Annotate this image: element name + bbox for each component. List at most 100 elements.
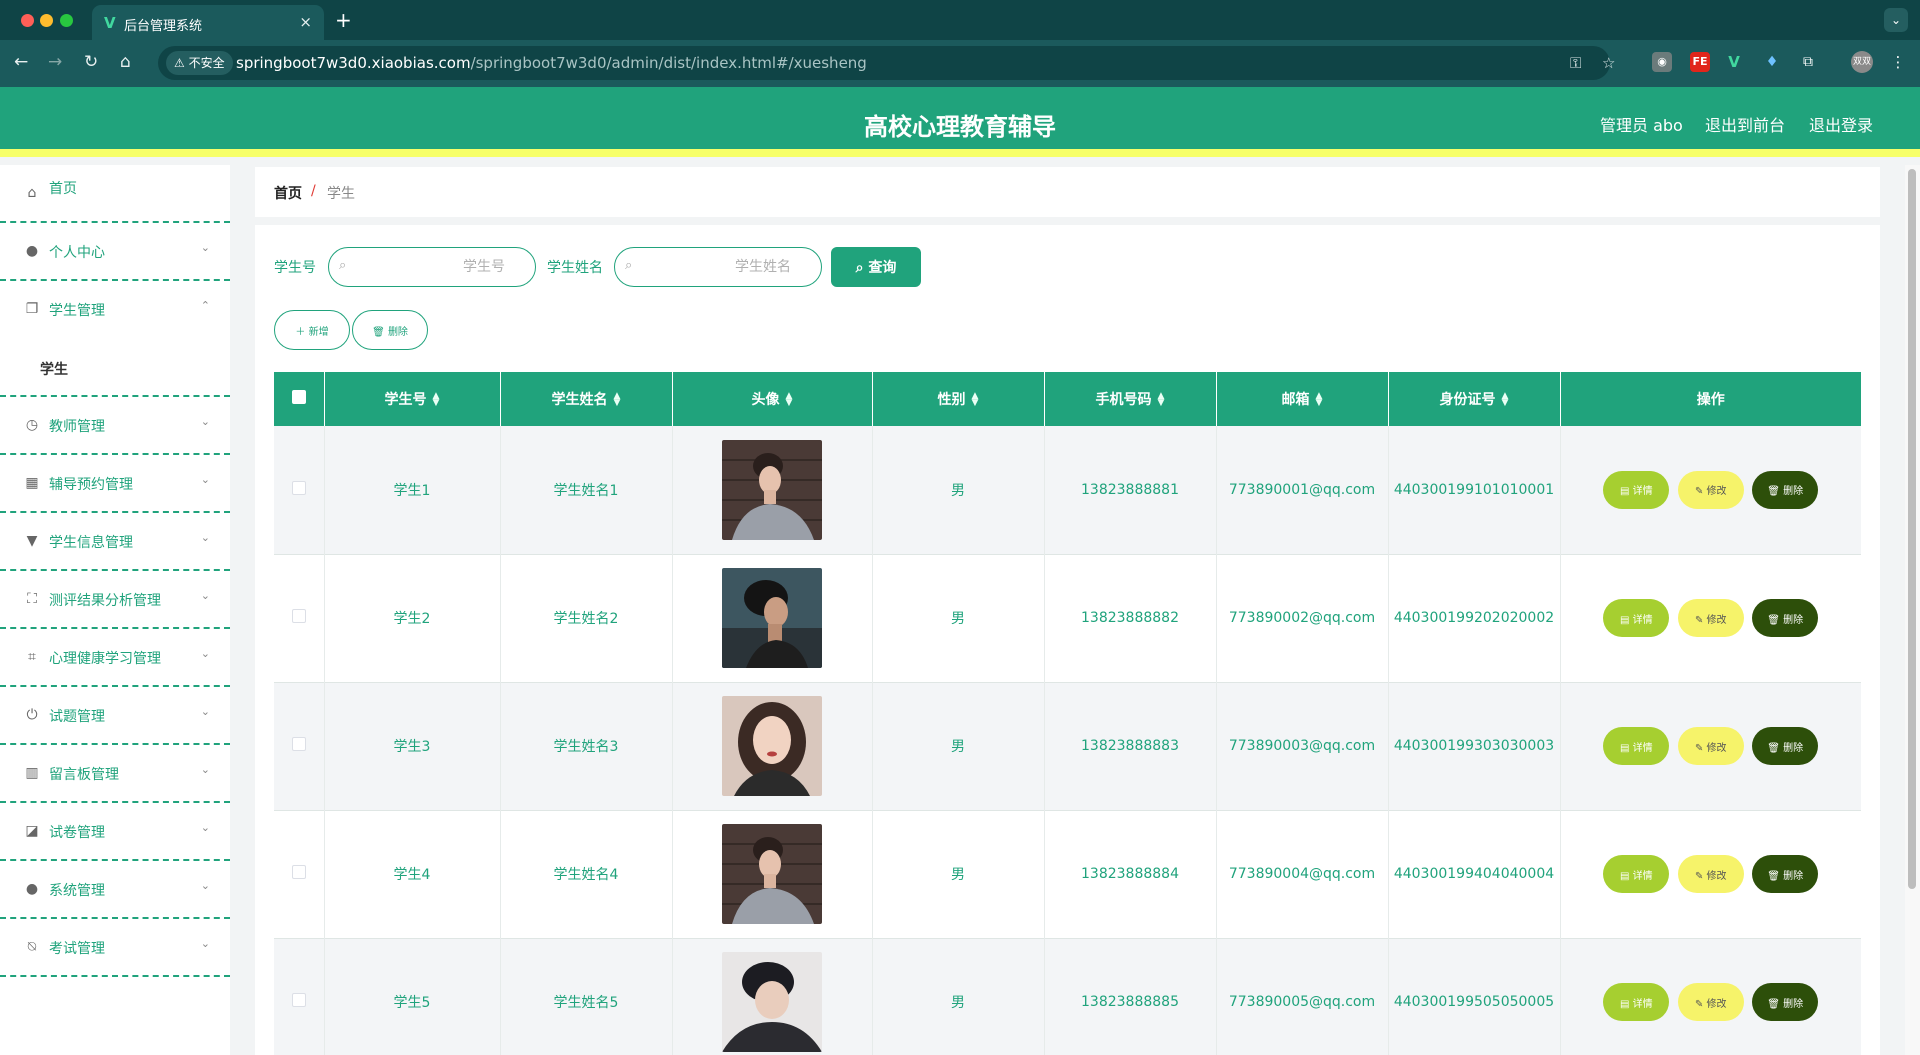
new-tab-button[interactable]: + (335, 8, 352, 32)
sidebar-subitem-student[interactable]: 学生 (0, 339, 230, 397)
delete-button[interactable]: 🗑 删除 (1752, 727, 1819, 765)
brush-icon: ▼ (26, 533, 38, 549)
delete-button[interactable]: 🗑 删除 (1752, 599, 1819, 637)
sidebar-item-message-board[interactable]: ▥ 留言板管理 ⌄ (0, 745, 230, 803)
edit-button[interactable]: ✎ 修改 (1677, 855, 1744, 893)
avatar[interactable] (722, 824, 822, 924)
logout-link[interactable]: 退出登录 (1809, 112, 1873, 136)
row-select-cell[interactable] (274, 938, 325, 1055)
scrollbar-thumb[interactable] (1908, 169, 1916, 889)
column-header-gender[interactable]: 性别 ▲ ▼ (872, 372, 1045, 426)
exit-to-front-link[interactable]: 退出到前台 (1705, 112, 1785, 136)
sidebar-item-assessment-analysis[interactable]: ⛶ 测评结果分析管理 ⌄ (0, 571, 230, 629)
column-header-idcard[interactable]: 身份证号 ▲ ▼ (1388, 372, 1561, 426)
sort-icon[interactable]: ▲ ▼ (786, 392, 793, 408)
sidebar-item-mental-health-learning[interactable]: ⌗ 心理健康学习管理 ⌄ (0, 629, 230, 687)
column-header-phone[interactable]: 手机号码 ▲ ▼ (1044, 372, 1217, 426)
sidebar-item-personal-center[interactable]: ● 个人中心 ⌄ (0, 223, 230, 281)
row-checkbox[interactable] (291, 993, 306, 1007)
bookmark-star-icon[interactable]: ☆ (1602, 54, 1615, 72)
delete-button[interactable]: 🗑 删除 (1752, 470, 1819, 509)
page-scrollbar[interactable] (1905, 165, 1920, 1055)
sidebar-item-question-management[interactable]: ⏻ 试题管理 ⌄ (0, 687, 230, 745)
edit-button[interactable]: ✎ 修改 (1677, 983, 1744, 1021)
sidebar-item-student-info-management[interactable]: ▼ 学生信息管理 ⌄ (0, 513, 230, 571)
app-header: 高校心理教育辅导 管理员 abo 退出到前台 退出登录 (0, 87, 1920, 157)
extension-fe-icon[interactable]: FE (1690, 52, 1710, 72)
column-header-student-name[interactable]: 学生姓名 ▲ ▼ (500, 372, 673, 426)
security-label: 不安全 (188, 56, 225, 70)
browser-menu-icon[interactable]: ⋮ (1888, 52, 1908, 72)
sort-icon[interactable]: ▲ ▼ (1316, 392, 1323, 408)
tab-close-icon[interactable]: × (299, 13, 312, 31)
query-button[interactable]: ⌕ 查询 (831, 247, 921, 287)
detail-button[interactable]: ▤ 详情 (1603, 599, 1670, 637)
key-icon[interactable]: ⚿ (1570, 54, 1581, 72)
address-bar[interactable]: ⚠ 不安全 springboot7w3d0.xiaobias.com/sprin… (158, 46, 1615, 80)
maximize-window-button[interactable] (60, 14, 73, 27)
sidebar-item-appointment-management[interactable]: ▦ 辅导预约管理 ⌄ (0, 455, 230, 513)
row-select-cell[interactable] (274, 810, 325, 938)
sidebar-item-teacher-management[interactable]: ◷ 教师管理 ⌄ (0, 397, 230, 455)
sort-icon[interactable]: ▲ ▼ (972, 392, 979, 408)
edit-button[interactable]: ✎ 修改 (1677, 599, 1744, 637)
sidebar-item-home[interactable]: ⌂ 首页 (0, 165, 230, 223)
extension-pin-icon[interactable]: ♦ (1762, 52, 1782, 72)
extension-vue-icon[interactable]: V (1724, 52, 1744, 72)
extensions-puzzle-icon[interactable]: ⧉ (1798, 52, 1818, 72)
avatar[interactable] (722, 568, 822, 668)
detail-button[interactable]: ▤ 详情 (1603, 855, 1670, 893)
avatar[interactable] (722, 696, 822, 796)
sort-icon[interactable]: ▲ ▼ (614, 392, 621, 408)
avatar[interactable] (722, 952, 822, 1052)
profile-avatar[interactable]: 双双 (1851, 51, 1873, 73)
row-checkbox[interactable] (291, 480, 306, 495)
sidebar-item-paper-management[interactable]: ◪ 试卷管理 ⌄ (0, 803, 230, 861)
detail-button[interactable]: ▤ 详情 (1603, 983, 1670, 1021)
sidebar-item-label: 辅导预约管理 (49, 477, 133, 493)
add-button[interactable]: ＋ 新增 (274, 310, 350, 350)
student-id-cell: 学生1 (324, 426, 501, 554)
column-header-avatar[interactable]: 头像 ▲ ▼ (672, 372, 873, 426)
column-header-email[interactable]: 邮箱 ▲ ▼ (1216, 372, 1389, 426)
edit-button[interactable]: ✎ 修改 (1677, 727, 1744, 765)
select-all-checkbox[interactable] (291, 390, 306, 404)
row-checkbox[interactable] (291, 609, 306, 623)
close-window-button[interactable] (21, 14, 34, 27)
student-name-input[interactable] (614, 247, 822, 287)
forward-icon[interactable]: → (48, 52, 62, 72)
sort-icon[interactable]: ▲ ▼ (1158, 392, 1165, 408)
student-id-input[interactable] (328, 247, 536, 287)
home-page-icon[interactable]: ⌂ (120, 52, 131, 72)
security-indicator[interactable]: ⚠ 不安全 (166, 51, 233, 75)
select-all-cell[interactable] (274, 372, 325, 426)
sort-icon[interactable]: ▲ ▼ (1502, 392, 1509, 408)
url-text[interactable]: springboot7w3d0.xiaobias.com/springboot7… (236, 54, 867, 72)
delete-button[interactable]: 🗑 删除 (1752, 855, 1819, 893)
row-checkbox[interactable] (291, 737, 306, 751)
breadcrumb-home[interactable]: 首页 (274, 183, 302, 203)
delete-button[interactable]: 🗑 删除 (1752, 983, 1819, 1021)
sort-icon[interactable]: ▲ ▼ (433, 392, 440, 408)
browser-tab[interactable]: V 后台管理系统 × (92, 5, 324, 40)
extension-owl-icon[interactable]: ◉ (1652, 52, 1672, 72)
tab-search-button[interactable]: ⌄ (1884, 8, 1908, 32)
row-select-cell[interactable] (274, 426, 325, 554)
detail-button[interactable]: ▤ 详情 (1603, 470, 1670, 509)
reload-icon[interactable]: ↻ (84, 52, 98, 72)
sidebar-item-student-management[interactable]: ❐ 学生管理 ⌃ (0, 281, 230, 339)
idcard-cell: 440300199202020002 (1388, 554, 1561, 682)
row-checkbox[interactable] (291, 865, 306, 879)
column-header-student-id[interactable]: 学生号 ▲ ▼ (324, 372, 501, 426)
minimize-window-button[interactable] (40, 14, 53, 27)
avatar[interactable] (722, 439, 822, 540)
sidebar-item-exam-management[interactable]: ⍉ 考试管理 ⌄ (0, 919, 230, 977)
batch-delete-button[interactable]: 🗑 删除 (352, 310, 428, 350)
chevron-down-icon: ⌄ (200, 473, 210, 486)
row-select-cell[interactable] (274, 682, 325, 810)
detail-button[interactable]: ▤ 详情 (1603, 727, 1670, 765)
back-icon[interactable]: ← (14, 52, 28, 72)
sidebar-item-system-management[interactable]: ● 系统管理 ⌄ (0, 861, 230, 919)
row-select-cell[interactable] (274, 554, 325, 682)
edit-button[interactable]: ✎ 修改 (1677, 470, 1744, 509)
